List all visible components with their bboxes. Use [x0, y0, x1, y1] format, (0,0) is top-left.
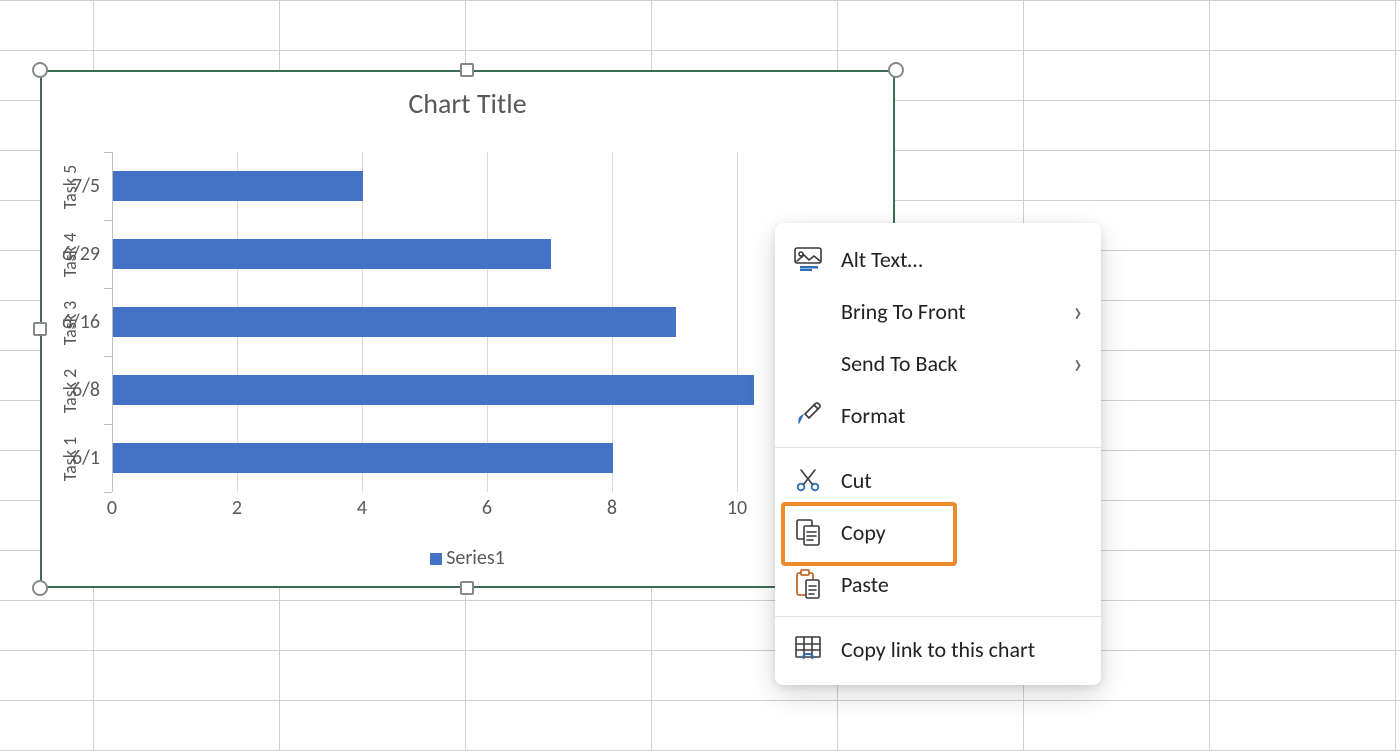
y-tick [104, 220, 112, 221]
bar[interactable] [113, 375, 754, 405]
row-label: 6/1 [30, 443, 112, 473]
blank-icon [793, 296, 823, 326]
resize-handle-sw[interactable] [32, 580, 48, 596]
menu-item-label: Alt Text… [841, 246, 1083, 273]
menu-item-label: Paste [841, 571, 1083, 598]
x-tick-label: 0 [107, 496, 117, 520]
x-tick-label: 8 [607, 496, 617, 520]
x-tick-label: 2 [232, 496, 242, 520]
y-tick [104, 288, 112, 289]
legend-swatch [430, 553, 442, 565]
y-tick [104, 152, 112, 153]
context-menu: Alt Text…Bring To Front›Send To Back›For… [775, 223, 1101, 685]
chart-legend: Series1 [42, 546, 893, 570]
chart-object[interactable]: Chart Title Task 5Task 4Task 3Task 2Task… [40, 70, 895, 588]
row-label: 7/5 [30, 171, 112, 201]
bar[interactable] [113, 443, 613, 473]
chevron-right-icon: › [1073, 345, 1083, 382]
bar[interactable] [113, 307, 676, 337]
menu-separator [775, 616, 1101, 617]
bar[interactable] [113, 171, 363, 201]
resize-handle-nw[interactable] [32, 62, 48, 78]
y-tick [104, 492, 112, 493]
chart-title: Chart Title [42, 86, 893, 121]
clipboard-icon [793, 569, 823, 599]
x-axis-ticks: 0246810 [112, 492, 862, 522]
paint-icon [793, 400, 823, 430]
menu-item-paste[interactable]: Paste [775, 558, 1101, 610]
bar[interactable] [113, 239, 551, 269]
x-tick-label: 10 [727, 496, 747, 520]
menu-separator [775, 447, 1101, 448]
x-tick-label: 4 [357, 496, 367, 520]
image-icon [793, 244, 823, 274]
row-label: 6/29 [30, 239, 112, 269]
resize-handle-n[interactable] [460, 63, 474, 77]
menu-item-label: Cut [841, 467, 1083, 494]
menu-item-label: Copy link to this chart [841, 636, 1083, 663]
resize-handle-ne[interactable] [888, 62, 904, 78]
blank-icon [793, 348, 823, 378]
menu-item-copy[interactable]: Copy [775, 506, 1101, 558]
menu-item-bring-front[interactable]: Bring To Front› [775, 285, 1101, 337]
legend-label: Series1 [446, 546, 505, 570]
chevron-right-icon: › [1073, 293, 1083, 330]
plot-area[interactable]: 7/56/296/166/86/1 [112, 152, 862, 492]
row-label: 6/8 [30, 375, 112, 405]
grid-link-icon [793, 634, 823, 664]
menu-item-format[interactable]: Format [775, 389, 1101, 441]
y-tick [104, 356, 112, 357]
x-tick-label: 6 [482, 496, 492, 520]
copy-icon [793, 517, 823, 547]
menu-item-label: Send To Back [841, 350, 1073, 377]
gridline [737, 152, 738, 492]
y-tick [104, 424, 112, 425]
menu-item-alt-text[interactable]: Alt Text… [775, 233, 1101, 285]
menu-item-label: Bring To Front [841, 298, 1073, 325]
menu-item-label: Format [841, 402, 1083, 429]
menu-item-cut[interactable]: Cut [775, 454, 1101, 506]
menu-item-send-back[interactable]: Send To Back› [775, 337, 1101, 389]
resize-handle-w[interactable] [33, 322, 47, 336]
resize-handle-s[interactable] [460, 581, 474, 595]
scissors-icon [793, 465, 823, 495]
menu-item-copy-link[interactable]: Copy link to this chart [775, 623, 1101, 675]
menu-item-label: Copy [841, 519, 1083, 546]
